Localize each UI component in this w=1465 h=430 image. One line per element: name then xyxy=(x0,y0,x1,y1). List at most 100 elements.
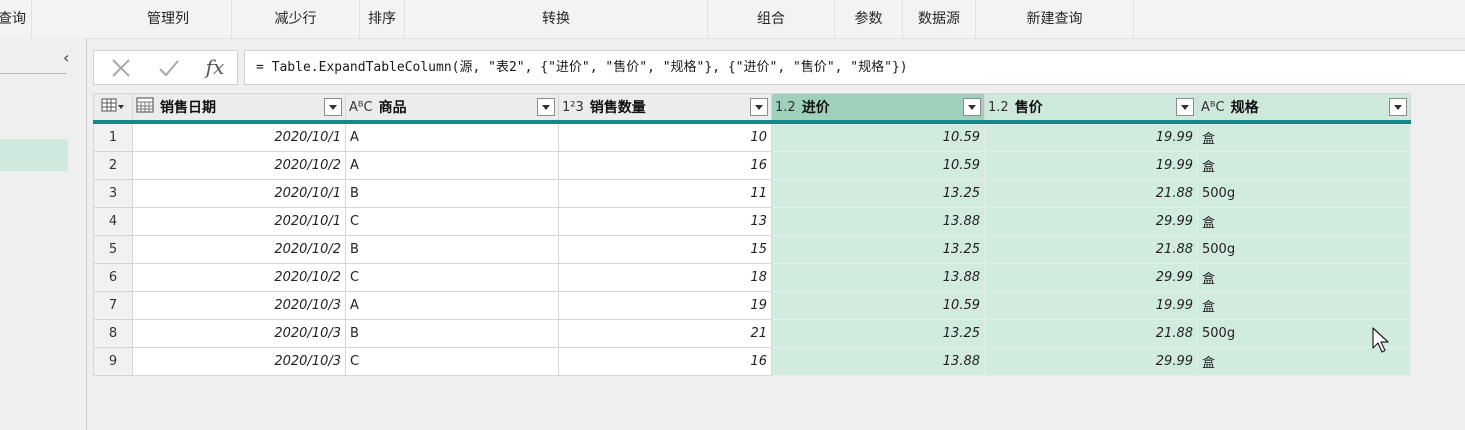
row-number[interactable]: 9 xyxy=(93,347,133,376)
cell-date[interactable]: 2020/10/2 xyxy=(132,263,346,292)
cell-quantity[interactable]: 18 xyxy=(558,263,772,292)
cell-cost[interactable]: 10.59 xyxy=(771,291,985,320)
ribbon-group-new-query[interactable]: 新建查询 xyxy=(976,0,1134,38)
filter-dropdown-button[interactable] xyxy=(750,98,768,116)
column-header-spec[interactable]: AᴮC 规格 xyxy=(1197,93,1411,124)
table-row[interactable]: 4 2020/10/1 C 13 13.88 29.99 盒 xyxy=(93,207,1411,236)
ribbon-group-transform[interactable]: 转换 xyxy=(405,0,708,38)
cell-date[interactable]: 2020/10/1 xyxy=(132,207,346,236)
cell-cost[interactable]: 10.59 xyxy=(771,121,985,152)
integer-type-icon[interactable]: 1²3 xyxy=(562,100,584,115)
cell-date[interactable]: 2020/10/2 xyxy=(132,151,346,180)
table-row[interactable]: 3 2020/10/1 B 11 13.25 21.88 500g xyxy=(93,179,1411,208)
column-header-cost[interactable]: 1.2 进价 xyxy=(771,93,985,124)
cell-cost[interactable]: 13.88 xyxy=(771,207,985,236)
table-row[interactable]: 8 2020/10/3 B 21 13.25 21.88 500g xyxy=(93,319,1411,348)
cell-cost[interactable]: 10.59 xyxy=(771,151,985,180)
cell-date[interactable]: 2020/10/3 xyxy=(132,291,346,320)
ribbon-group-sort[interactable]: 排序 xyxy=(360,0,405,38)
decimal-type-icon[interactable]: 1.2 xyxy=(988,100,1009,115)
cell-quantity[interactable]: 16 xyxy=(558,151,772,180)
cell-item[interactable]: A xyxy=(345,291,559,320)
formula-input[interactable]: = Table.ExpandTableColumn(源, "表2", {"进价"… xyxy=(244,50,1465,85)
filter-dropdown-button[interactable] xyxy=(1176,98,1194,116)
cell-price[interactable]: 19.99 xyxy=(984,291,1198,320)
cell-cost[interactable]: 13.88 xyxy=(771,263,985,292)
filter-dropdown-button[interactable] xyxy=(324,98,342,116)
cell-price[interactable]: 21.88 xyxy=(984,319,1198,348)
table-row[interactable]: 6 2020/10/2 C 18 13.88 29.99 盒 xyxy=(93,263,1411,292)
cell-price[interactable]: 19.99 xyxy=(984,121,1198,152)
cell-price[interactable]: 29.99 xyxy=(984,263,1198,292)
check-icon[interactable] xyxy=(152,51,186,84)
cell-price[interactable]: 21.88 xyxy=(984,235,1198,264)
row-number[interactable]: 7 xyxy=(93,291,133,320)
selected-query-item[interactable] xyxy=(0,139,68,171)
cell-quantity[interactable]: 19 xyxy=(558,291,772,320)
cell-date[interactable]: 2020/10/2 xyxy=(132,235,346,264)
filter-dropdown-button[interactable] xyxy=(537,98,555,116)
ribbon-group-parameters[interactable]: 参数 xyxy=(835,0,903,38)
cell-price[interactable]: 29.99 xyxy=(984,347,1198,376)
cell-quantity[interactable]: 10 xyxy=(558,121,772,152)
cell-cost[interactable]: 13.25 xyxy=(771,179,985,208)
row-number[interactable]: 6 xyxy=(93,263,133,292)
cell-item[interactable]: A xyxy=(345,151,559,180)
cell-quantity[interactable]: 11 xyxy=(558,179,772,208)
table-row[interactable]: 7 2020/10/3 A 19 10.59 19.99 盒 xyxy=(93,291,1411,320)
cell-quantity[interactable]: 21 xyxy=(558,319,772,348)
cell-date[interactable]: 2020/10/1 xyxy=(132,179,346,208)
cell-spec[interactable]: 500g xyxy=(1197,179,1411,208)
ribbon-group-data-sources[interactable]: 数据源 xyxy=(903,0,976,38)
column-header-date[interactable]: 销售日期 xyxy=(132,93,346,124)
column-header-price[interactable]: 1.2 售价 xyxy=(984,93,1198,124)
filter-dropdown-button[interactable] xyxy=(1389,98,1407,116)
cell-item[interactable]: C xyxy=(345,207,559,236)
cell-quantity[interactable]: 13 xyxy=(558,207,772,236)
row-number[interactable]: 8 xyxy=(93,319,133,348)
cell-cost[interactable]: 13.25 xyxy=(771,235,985,264)
cell-date[interactable]: 2020/10/1 xyxy=(132,121,346,152)
text-type-icon[interactable]: AᴮC xyxy=(349,100,373,115)
cell-spec[interactable]: 500g xyxy=(1197,235,1411,264)
cell-date[interactable]: 2020/10/3 xyxy=(132,319,346,348)
table-row[interactable]: 2 2020/10/2 A 16 10.59 19.99 盒 xyxy=(93,151,1411,180)
cell-spec[interactable]: 盒 xyxy=(1197,291,1411,320)
ribbon-group-reduce-rows[interactable]: 减少行 xyxy=(232,0,360,38)
cell-item[interactable]: C xyxy=(345,263,559,292)
row-number[interactable]: 1 xyxy=(93,121,133,152)
ribbon-group-query[interactable]: 查询 xyxy=(0,0,32,38)
cell-quantity[interactable]: 15 xyxy=(558,235,772,264)
text-type-icon[interactable]: AᴮC xyxy=(1201,100,1225,115)
collapse-pane-icon[interactable]: ‹ xyxy=(63,50,69,66)
cell-price[interactable]: 21.88 xyxy=(984,179,1198,208)
row-number[interactable]: 2 xyxy=(93,151,133,180)
table-row[interactable]: 5 2020/10/2 B 15 13.25 21.88 500g xyxy=(93,235,1411,264)
cell-item[interactable]: B xyxy=(345,235,559,264)
cell-cost[interactable]: 13.88 xyxy=(771,347,985,376)
cell-spec[interactable]: 盒 xyxy=(1197,263,1411,292)
cell-date[interactable]: 2020/10/3 xyxy=(132,347,346,376)
cell-item[interactable]: B xyxy=(345,179,559,208)
cell-cost[interactable]: 13.25 xyxy=(771,319,985,348)
calendar-icon[interactable] xyxy=(136,97,154,117)
cell-price[interactable]: 19.99 xyxy=(984,151,1198,180)
row-number[interactable]: 4 xyxy=(93,207,133,236)
filter-dropdown-button[interactable] xyxy=(963,98,981,116)
cell-item[interactable]: A xyxy=(345,121,559,152)
decimal-type-icon[interactable]: 1.2 xyxy=(775,100,796,115)
cell-item[interactable]: B xyxy=(345,319,559,348)
cell-price[interactable]: 29.99 xyxy=(984,207,1198,236)
table-menu-icon[interactable] xyxy=(93,93,133,124)
table-row[interactable]: 9 2020/10/3 C 16 13.88 29.99 盒 xyxy=(93,347,1411,376)
cell-spec[interactable]: 盒 xyxy=(1197,121,1411,152)
row-number[interactable]: 5 xyxy=(93,235,133,264)
ribbon-group-manage-columns[interactable]: 管理列 xyxy=(105,0,232,38)
cell-quantity[interactable]: 16 xyxy=(558,347,772,376)
column-header-quantity[interactable]: 1²3 销售数量 xyxy=(558,93,772,124)
cell-item[interactable]: C xyxy=(345,347,559,376)
cell-spec[interactable]: 盒 xyxy=(1197,151,1411,180)
row-number[interactable]: 3 xyxy=(93,179,133,208)
close-icon[interactable] xyxy=(104,51,138,84)
table-row[interactable]: 1 2020/10/1 A 10 10.59 19.99 盒 xyxy=(93,121,1411,152)
